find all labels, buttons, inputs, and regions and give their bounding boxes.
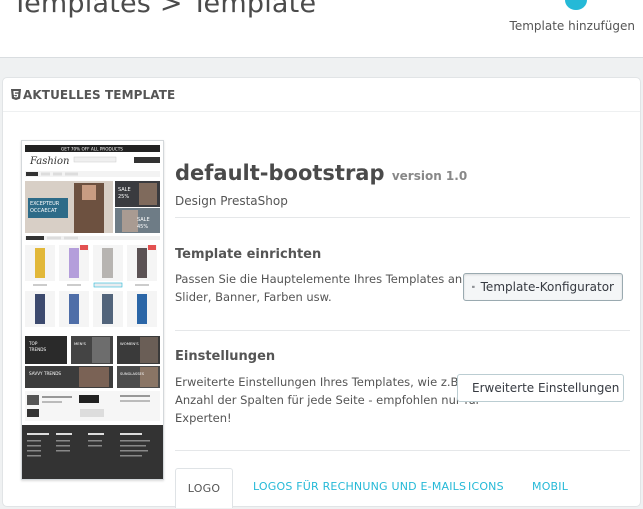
settings-text-line1: Erweiterte Einstellungen Ihres Templates…	[175, 373, 459, 391]
template-configurator-label: Template-Konfigurator	[481, 280, 614, 294]
preview-graphic: GET 70% OFF ALL PRODUCTS Fashion EXCEPTE…	[22, 141, 163, 479]
settings-text-line2: Anzahl der Spalten für jede Seite - empf…	[175, 391, 459, 409]
setup-text-line2: Slider, Banner, Farben usw.	[175, 288, 466, 306]
tab-mobile[interactable]: MOBIL	[532, 480, 568, 493]
svg-text:SUNGLASSES: SUNGLASSES	[120, 372, 145, 376]
settings-description: Erweiterte Einstellungen Ihres Templates…	[175, 373, 459, 427]
template-preview-image: GET 70% OFF ALL PRODUCTS Fashion EXCEPTE…	[21, 140, 164, 480]
svg-text:25%: 25%	[118, 194, 129, 200]
tab-icons[interactable]: ICONS	[468, 480, 504, 493]
preview-promo-banner: GET 70% OFF ALL PRODUCTS	[61, 147, 123, 152]
svg-text:WOMEN'S: WOMEN'S	[120, 341, 139, 346]
current-template-panel: AKTUELLES TEMPLATE GET 70% OFF ALL PRODU…	[2, 77, 641, 507]
template-version: version 1.0	[392, 169, 467, 183]
svg-text:EXCEPTEUR: EXCEPTEUR	[30, 201, 60, 207]
panel-heading: AKTUELLES TEMPLATE	[3, 78, 640, 112]
svg-text:SALE: SALE	[137, 217, 150, 223]
add-template-icon[interactable]	[565, 0, 587, 10]
svg-text:SALE: SALE	[118, 187, 131, 193]
preview-logo: Fashion	[29, 156, 69, 167]
html5-icon	[11, 89, 21, 100]
svg-text:OCCAECAT: OCCAECAT	[30, 208, 58, 214]
page-header: Templates > Template Template hinzufügen	[0, 0, 643, 58]
advanced-settings-button[interactable]: Erweiterte Einstellungen	[457, 374, 624, 402]
setup-title: Template einrichten	[175, 247, 321, 262]
svg-text:45%: 45%	[137, 224, 148, 230]
divider	[175, 450, 630, 451]
settings-text-line3: Experten!	[175, 409, 459, 427]
desktop-icon	[472, 282, 475, 292]
svg-text:SAVVY TRENDS: SAVVY TRENDS	[29, 371, 61, 376]
add-template-link[interactable]: Template hinzufügen	[510, 19, 635, 33]
tab-logo[interactable]: LOGO	[175, 468, 233, 508]
advanced-settings-label: Erweiterte Einstellungen	[472, 381, 619, 395]
divider	[175, 217, 630, 218]
setup-text-line1: Passen Sie die Hauptelemente Ihres Templ…	[175, 270, 466, 288]
tab-invoice-email-logos[interactable]: LOGOS FÜR RECHNUNG UND E-MAILS	[253, 480, 466, 493]
template-configurator-button[interactable]: Template-Konfigurator	[463, 273, 623, 301]
setup-description: Passen Sie die Hauptelemente Ihres Templ…	[175, 270, 466, 306]
template-name: default-bootstrap version 1.0	[175, 161, 467, 185]
settings-title: Einstellungen	[175, 349, 275, 364]
svg-text:MEN'S: MEN'S	[74, 341, 87, 346]
svg-text:TRENDS: TRENDS	[28, 347, 46, 352]
divider	[175, 330, 630, 331]
template-author: Design PrestaShop	[175, 194, 288, 208]
logo-tabs: LOGO LOGOS FÜR RECHNUNG UND E-MAILS ICON…	[175, 468, 641, 508]
template-name-text: default-bootstrap	[175, 161, 385, 185]
breadcrumb: Templates > Template	[12, 0, 316, 19]
svg-text:TOP: TOP	[28, 341, 38, 346]
panel-title: AKTUELLES TEMPLATE	[23, 88, 175, 102]
